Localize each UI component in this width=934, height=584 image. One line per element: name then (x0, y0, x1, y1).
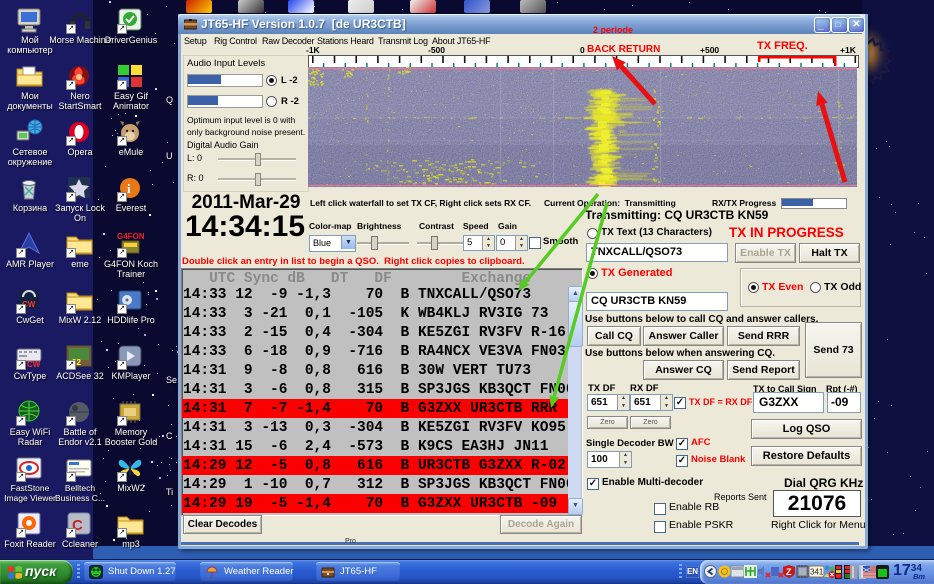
svg-text:G4FON: G4FON (117, 232, 145, 241)
svg-text:CW: CW (27, 360, 41, 369)
svg-text:i: i (127, 181, 131, 196)
svg-text:Z: Z (786, 567, 792, 577)
